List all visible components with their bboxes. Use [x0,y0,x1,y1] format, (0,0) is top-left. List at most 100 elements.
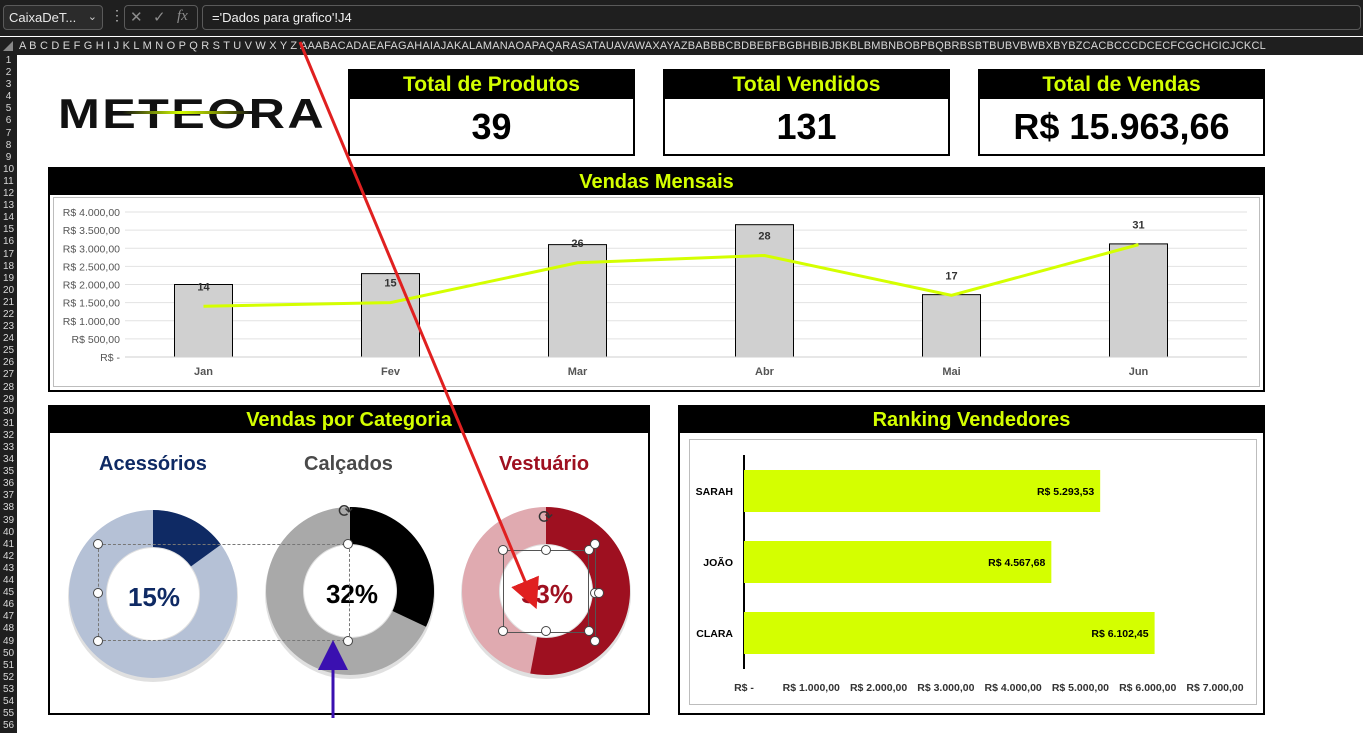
row-header[interactable]: 46 [0,599,17,611]
y-tick-label: R$ 500,00 [72,334,121,346]
select-all-corner[interactable] [3,41,13,51]
column-headers[interactable]: A B C D E F G H I J K L M N O P Q R S T … [0,37,1363,55]
x-tick-label: R$ 4.000,00 [985,682,1042,694]
row-header[interactable]: 41 [0,539,17,551]
resize-handle[interactable] [590,539,600,549]
row-header[interactable]: 55 [0,708,17,720]
x-tick-label: R$ 5.000,00 [1052,682,1109,694]
insert-function-icon[interactable]: fx [177,8,188,25]
row-header[interactable]: 28 [0,382,17,394]
line-data-label: 31 [1132,220,1144,232]
row-header[interactable]: 8 [0,140,17,152]
resize-handle[interactable] [93,636,103,646]
row-header[interactable]: 6 [0,115,17,127]
cancel-icon[interactable]: ✕ [130,8,143,26]
row-header[interactable]: 27 [0,369,17,381]
row-header[interactable]: 42 [0,551,17,563]
chevron-down-icon[interactable]: ⌄ [88,6,97,29]
resize-handle[interactable] [498,626,508,636]
row-header[interactable]: 18 [0,261,17,273]
row-header[interactable]: 33 [0,442,17,454]
row-header[interactable]: 45 [0,587,17,599]
resize-handle[interactable] [541,626,551,636]
row-header[interactable]: 21 [0,297,17,309]
row-header[interactable]: 5 [0,103,17,115]
row-header[interactable]: 16 [0,236,17,248]
row-header[interactable]: 43 [0,563,17,575]
row-header[interactable]: 39 [0,515,17,527]
row-header[interactable]: 52 [0,672,17,684]
row-header[interactable]: 26 [0,357,17,369]
row-header[interactable]: 4 [0,91,17,103]
row-header[interactable]: 54 [0,696,17,708]
ranking-panel: Ranking Vendedores R$ - R$ 1.000,00 R$ 2.0… [678,405,1265,715]
kpi-title: Total de Produtos [350,71,633,99]
bar [922,294,981,358]
row-header[interactable]: 12 [0,188,17,200]
row-header[interactable]: 3 [0,79,17,91]
x-tick-label: R$ 7.000,00 [1186,682,1243,694]
row-header[interactable]: 49 [0,636,17,648]
row-header[interactable]: 38 [0,502,17,514]
row-header[interactable]: 13 [0,200,17,212]
row-header[interactable]: 56 [0,720,17,732]
row-header[interactable]: 35 [0,466,17,478]
row-header[interactable]: 17 [0,249,17,261]
resize-handle[interactable] [594,588,604,598]
resize-handle[interactable] [498,545,508,555]
more-options-icon[interactable]: ⋮ [110,7,124,24]
formula-input[interactable]: ='Dados para grafico'!J4 [202,5,1361,30]
ranking-chart[interactable]: R$ - R$ 1.000,00 R$ 2.000,00 R$ 3.000,00 R$ … [680,407,1263,713]
row-header[interactable]: 15 [0,224,17,236]
row-header[interactable]: 20 [0,285,17,297]
row-header[interactable]: 25 [0,345,17,357]
row-header[interactable]: 24 [0,333,17,345]
rotate-handle-icon[interactable]: ⟳ [338,501,353,522]
row-header[interactable]: 22 [0,309,17,321]
monthly-sales-chart[interactable]: R$ 4.000,00 R$ 3.500,00 R$ 3.000,00 R$ 2.50… [50,169,1263,390]
row-header[interactable]: 31 [0,418,17,430]
row-header[interactable]: 47 [0,611,17,623]
resize-handle[interactable] [93,539,103,549]
row-header[interactable]: 51 [0,660,17,672]
row-header[interactable]: 44 [0,575,17,587]
row-header[interactable]: 37 [0,490,17,502]
row-header[interactable]: 14 [0,212,17,224]
row-header[interactable]: 36 [0,478,17,490]
resize-handle[interactable] [343,636,353,646]
row-header[interactable]: 30 [0,406,17,418]
row-header[interactable]: 19 [0,273,17,285]
row-header[interactable]: 40 [0,527,17,539]
resize-handle[interactable] [584,626,594,636]
x-tick-label: R$ 3.000,00 [917,682,974,694]
enter-icon[interactable]: ✓ [153,8,166,26]
line-data-label: 26 [571,238,583,250]
resize-handle[interactable] [541,545,551,555]
row-header[interactable]: 23 [0,321,17,333]
resize-handle[interactable] [343,539,353,549]
row-header[interactable]: 11 [0,176,17,188]
shape-selection-frame[interactable] [503,550,589,633]
line-data-label: 28 [758,231,770,243]
rotate-handle-icon[interactable]: ⟳ [538,507,553,528]
row-header[interactable]: 7 [0,128,17,140]
x-tick-label: Mar [568,366,588,378]
row-header[interactable]: 10 [0,164,17,176]
resize-handle[interactable] [93,588,103,598]
row-header[interactable]: 32 [0,430,17,442]
row-header[interactable]: 48 [0,623,17,635]
name-box[interactable]: CaixaDeT... ⌄ [3,5,103,30]
row-header[interactable]: 29 [0,394,17,406]
y-tick-label: CLARA [696,628,733,640]
row-header[interactable]: 50 [0,648,17,660]
bar-value-label: R$ 6.102,45 [1091,628,1148,640]
row-header[interactable]: 9 [0,152,17,164]
row-header[interactable]: 1 [0,55,17,67]
row-headers[interactable]: 1 2 3 4 5 6 7 8 9 10 11 12 13 14 15 16 17 18 19 20 21 22 23 24 2… [0,55,17,733]
y-tick-label: R$ 2.000,00 [63,280,120,292]
row-header[interactable]: 53 [0,684,17,696]
row-header[interactable]: 2 [0,67,17,79]
row-header[interactable]: 34 [0,454,17,466]
resize-handle[interactable] [590,636,600,646]
shape-selection-frame[interactable] [98,544,350,641]
